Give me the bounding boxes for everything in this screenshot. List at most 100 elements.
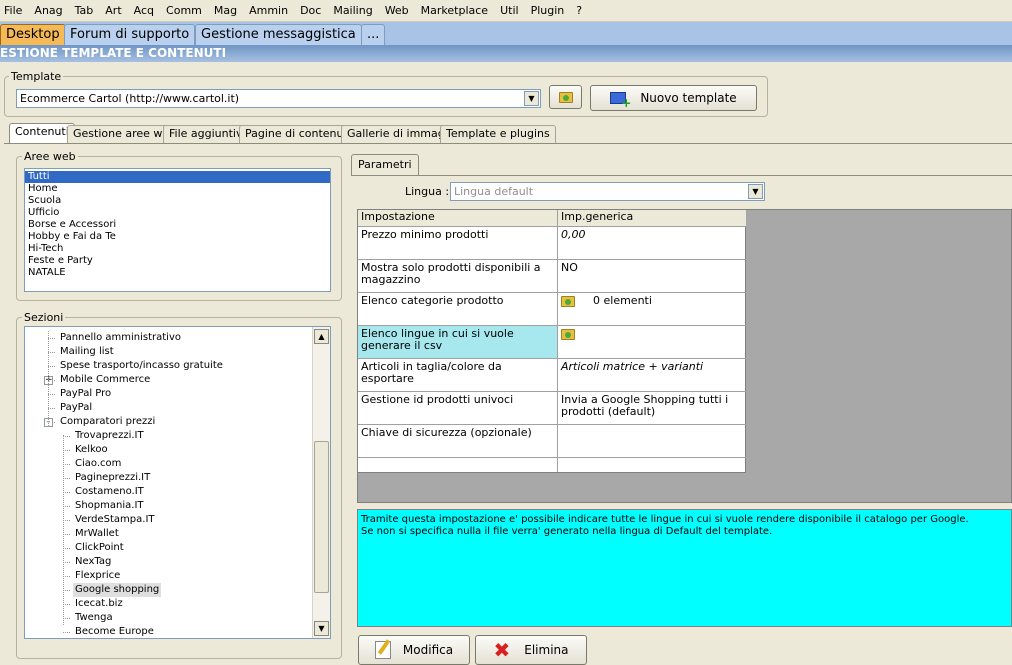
grid-cell-impostazione[interactable]: Articoli in taglia/colore da esportare bbox=[358, 359, 558, 391]
parametri-divider bbox=[351, 175, 1012, 176]
tree-node[interactable]: PayPal Pro bbox=[58, 387, 113, 401]
lingua-select-value: Lingua default bbox=[454, 185, 534, 198]
tab-forum[interactable]: Forum di supporto bbox=[64, 24, 196, 45]
tab-divider bbox=[4, 143, 1012, 144]
menu-item[interactable]: Tab bbox=[71, 4, 102, 17]
scroll-up-icon[interactable]: ▲ bbox=[314, 329, 329, 344]
tree-node[interactable]: VerdeStampa.IT bbox=[73, 513, 157, 527]
aree-web-list[interactable]: Tutti Home Scuola Ufficio Borse e Accessori H… bbox=[24, 168, 331, 292]
menu-item[interactable]: Comm bbox=[162, 4, 210, 17]
grid-cell-impostazione[interactable]: Elenco lingue in cui si vuole generare i… bbox=[358, 326, 558, 358]
tree-connector bbox=[63, 436, 70, 437]
tree-node[interactable]: Shopmania.IT bbox=[73, 499, 146, 513]
menu-item[interactable]: File bbox=[0, 4, 30, 17]
elimina-label: Elimina bbox=[524, 643, 569, 657]
menu-item[interactable]: Doc bbox=[296, 4, 329, 17]
tree-node[interactable]: Twenga bbox=[73, 611, 115, 625]
tree-node[interactable]: Mailing list bbox=[58, 345, 116, 359]
template-group-label: Template bbox=[9, 70, 64, 83]
grid-header-cell[interactable]: Impostazione bbox=[358, 210, 558, 226]
aree-web-item[interactable]: Feste e Party bbox=[25, 255, 330, 267]
menu-item[interactable]: Util bbox=[496, 4, 526, 17]
grid-cell-value[interactable]: Articoli matrice + varianti bbox=[558, 359, 746, 391]
grid-cell-impostazione[interactable]: Mostra solo prodotti disponibili a magaz… bbox=[358, 260, 558, 292]
aree-web-label: Aree web bbox=[22, 150, 78, 163]
tree-node[interactable]: Trovaprezzi.IT bbox=[73, 429, 146, 443]
menu-item[interactable]: Acq bbox=[130, 4, 162, 17]
menu-item[interactable]: Ammin bbox=[245, 4, 296, 17]
chevron-down-icon[interactable]: ▼ bbox=[748, 184, 763, 199]
aree-web-item[interactable]: Borse e Accessori bbox=[25, 219, 330, 231]
menu-item[interactable]: Mag bbox=[210, 4, 245, 17]
sezioni-scrollbar[interactable]: ▲ ▼ bbox=[312, 327, 330, 638]
tree-node[interactable]: Mobile Commerce bbox=[58, 373, 152, 387]
tab-desktop[interactable]: Desktop bbox=[0, 24, 66, 45]
menu-item[interactable]: ? bbox=[572, 4, 590, 17]
tree-node[interactable]: Google shopping bbox=[73, 583, 162, 597]
tree-connector bbox=[63, 576, 70, 577]
tree-node[interactable]: Flexprice bbox=[73, 569, 122, 583]
tree-node[interactable]: PayPal bbox=[58, 401, 94, 415]
sezioni-label: Sezioni bbox=[22, 311, 66, 324]
menu-item[interactable]: Plugin bbox=[527, 4, 573, 17]
menu-bar: File Anag Tab Art Acq Comm Mag Ammin Doc Mailing W… bbox=[0, 0, 1012, 22]
grid-cell-value[interactable]: 0 elementi bbox=[558, 293, 746, 325]
tree-node[interactable]: Ciao.com bbox=[73, 457, 123, 471]
grid-cell-value[interactable]: Invia a Google Shopping tutti i prodotti… bbox=[558, 392, 746, 424]
menu-item[interactable]: Art bbox=[101, 4, 129, 17]
tab-more[interactable]: ... bbox=[361, 24, 386, 45]
edit-icon bbox=[374, 639, 391, 659]
menu-item[interactable]: Mailing bbox=[329, 4, 380, 17]
tree-node[interactable]: MrWallet bbox=[73, 527, 121, 541]
menu-item[interactable]: Marketplace bbox=[417, 4, 496, 17]
grid-cell-value[interactable] bbox=[558, 326, 746, 358]
tree-node[interactable]: ClickPoint bbox=[73, 541, 126, 555]
open-folder-button[interactable] bbox=[549, 85, 582, 109]
modifica-button[interactable]: Modifica bbox=[358, 635, 470, 665]
aree-web-item[interactable]: Home bbox=[25, 183, 330, 195]
tree-node[interactable]: NexTag bbox=[73, 555, 113, 569]
aree-web-item[interactable]: Scuola bbox=[25, 195, 330, 207]
tab-parametri[interactable]: Parametri bbox=[351, 154, 419, 175]
elimina-button[interactable]: ✖ Elimina bbox=[475, 635, 587, 665]
grid-cell-value[interactable] bbox=[558, 425, 746, 457]
tab-contenuti[interactable]: Contenuti bbox=[9, 123, 75, 144]
aree-web-item[interactable]: NATALE bbox=[25, 267, 330, 279]
tree-node[interactable]: Comparatori prezzi bbox=[58, 415, 157, 429]
tab-template-plugins[interactable]: Template e plugins bbox=[440, 125, 556, 143]
aree-web-item[interactable]: Hobby e Fai da Te bbox=[25, 231, 330, 243]
grid-cell-value[interactable]: 0,00 bbox=[558, 227, 746, 259]
lingua-select[interactable]: Lingua default ▼ bbox=[450, 182, 765, 201]
aree-web-item[interactable]: Hi-Tech bbox=[25, 243, 330, 255]
grid-header-cell[interactable]: Imp.generica bbox=[558, 210, 746, 226]
tree-node[interactable]: Kelkoo bbox=[73, 443, 110, 457]
template-select[interactable]: Ecommerce Cartol (http://www.cartol.it) … bbox=[16, 89, 541, 108]
scroll-thumb[interactable] bbox=[314, 441, 329, 593]
aree-web-item[interactable]: Tutti bbox=[25, 171, 330, 183]
aree-web-item[interactable]: Ufficio bbox=[25, 207, 330, 219]
grid-cell-impostazione[interactable]: Chiave di sicurezza (opzionale) bbox=[358, 425, 558, 457]
menu-item[interactable]: Anag bbox=[30, 4, 70, 17]
parametri-grid[interactable]: Impostazione Imp.generica Prezzo minimo pr… bbox=[357, 209, 746, 473]
tab-pagine-contenuti[interactable]: Pagine di contenuti bbox=[239, 125, 357, 143]
tree-node[interactable]: Icecat.biz bbox=[73, 597, 125, 611]
tree-node[interactable]: Costameno.IT bbox=[73, 485, 146, 499]
tree-node[interactable]: Spese trasporto/incasso gratuite bbox=[58, 359, 225, 373]
tree-node[interactable]: Pannello amministrativo bbox=[58, 331, 183, 345]
new-template-button[interactable]: + Nuovo template bbox=[590, 85, 757, 111]
grid-cell-value[interactable] bbox=[558, 458, 746, 471]
grid-cell-impostazione[interactable] bbox=[358, 458, 558, 471]
menu-item[interactable]: Web bbox=[381, 4, 417, 17]
grid-cell-impostazione[interactable]: Gestione id prodotti univoci bbox=[358, 392, 558, 424]
folder-icon[interactable] bbox=[561, 328, 575, 340]
tree-node[interactable]: Pagineprezzi.IT bbox=[73, 471, 152, 485]
chevron-down-icon[interactable]: ▼ bbox=[524, 91, 539, 106]
scroll-down-icon[interactable]: ▼ bbox=[314, 621, 329, 636]
folder-icon[interactable] bbox=[561, 295, 575, 307]
grid-cell-value[interactable]: NO bbox=[558, 260, 746, 292]
grid-cell-impostazione[interactable]: Prezzo minimo prodotti bbox=[358, 227, 558, 259]
tab-messaggistica[interactable]: Gestione messaggistica bbox=[195, 24, 362, 45]
grid-cell-impostazione[interactable]: Elenco categorie prodotto bbox=[358, 293, 558, 325]
tree-node[interactable]: Become Europe bbox=[73, 625, 156, 638]
sezioni-tree[interactable]: ▲ ▼ Pannello amministrativo Mailing list S… bbox=[24, 326, 331, 639]
